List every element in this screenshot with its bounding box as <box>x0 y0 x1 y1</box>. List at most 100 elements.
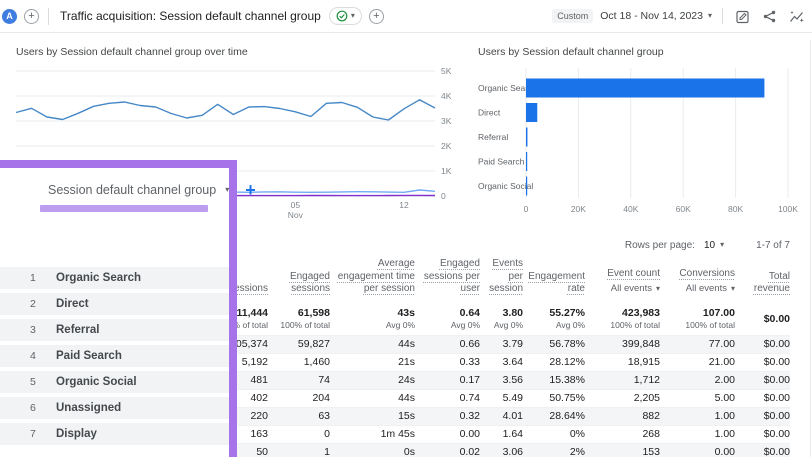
bar <box>526 79 764 98</box>
totals-cell: 43sAvg 0% <box>330 307 415 330</box>
metric-cell: $0.00 <box>735 428 790 440</box>
metric-cell: 153 <box>585 446 660 457</box>
line-chart-title: Users by Session default channel group o… <box>16 46 248 58</box>
metric-cell: 882 <box>585 410 660 422</box>
metric-cell: $0.00 <box>735 446 790 457</box>
insights-icon[interactable] <box>789 9 804 24</box>
metric-cell: 4.01 <box>480 410 523 422</box>
edit-comparisons-icon[interactable] <box>735 9 750 24</box>
y-axis-tick: 1K <box>441 166 452 176</box>
dimension-callout: Session default channel group ▾ + 1Organ… <box>0 160 237 457</box>
date-range-value[interactable]: Oct 18 - Nov 14, 2023 <box>600 10 703 22</box>
dimension-list-item: 6Unassigned <box>0 397 229 419</box>
metric-cell: 21s <box>330 356 415 368</box>
bar <box>526 177 527 196</box>
bar-chart[interactable]: 020K40K60K80K100KOrganic SearchDirectRef… <box>470 40 812 234</box>
bar-category-label: Direct <box>478 108 501 118</box>
dimension-dropdown-label[interactable]: Session default channel group <box>48 183 216 197</box>
report-status-dropdown[interactable]: ▾ <box>329 7 362 25</box>
property-avatar[interactable]: A <box>2 9 17 24</box>
channel-name: Direct <box>56 298 89 310</box>
metric-cell: 5.00 <box>660 392 735 404</box>
add-report-button[interactable]: + <box>369 9 384 24</box>
totals-value: 55.27% <box>523 307 585 319</box>
metric-cell: 1.00 <box>660 410 735 422</box>
metric-cell: 63 <box>268 410 330 422</box>
metric-cell: 268 <box>585 428 660 440</box>
column-header: Total revenue <box>735 271 790 296</box>
chevron-down-icon[interactable]: ▾ <box>708 12 712 20</box>
add-dimension-button[interactable]: + <box>245 181 256 199</box>
column-header-label[interactable]: Total revenue <box>735 271 790 296</box>
column-header-label[interactable]: Engaged sessions per user <box>415 258 480 296</box>
totals-value: 423,983 <box>585 307 660 319</box>
column-header-label[interactable]: Engaged sessions <box>268 271 330 296</box>
bar-category-label: Paid Search <box>478 157 525 167</box>
metric-cell: 0.02 <box>415 446 480 457</box>
column-header-label[interactable]: Engagement rate <box>523 271 585 296</box>
totals-value: 3.80 <box>480 307 523 319</box>
metric-cell: 3.06 <box>480 446 523 457</box>
metric-cell: $0.00 <box>735 374 790 386</box>
row-rank: 5 <box>30 376 46 388</box>
channel-name: Organic Search <box>56 272 141 284</box>
totals-value: $0.00 <box>735 313 790 325</box>
metric-cell: 28.12% <box>523 356 585 368</box>
chevron-down-icon: ▾ <box>351 12 355 20</box>
metric-cell: 0.74 <box>415 392 480 404</box>
rows-per-page-select[interactable]: 10 ▾ <box>704 240 724 251</box>
metric-cell: 2% <box>523 446 585 457</box>
column-header: Average engagement time per session <box>330 258 415 296</box>
metric-filter-dropdown[interactable]: All events▾ <box>611 283 660 296</box>
metric-cell: 18,915 <box>585 356 660 368</box>
metric-cell: 3.56 <box>480 374 523 386</box>
row-rank: 7 <box>30 428 46 440</box>
add-tab-button[interactable]: + <box>24 9 39 24</box>
metric-cell: 59,827 <box>268 338 330 350</box>
column-header: Engagement rate <box>523 271 585 296</box>
y-axis-tick: 0 <box>441 191 446 201</box>
totals-value: 61,598 <box>268 307 330 319</box>
dimension-list-item: 2Direct <box>0 293 229 315</box>
metric-cell: 0.32 <box>415 410 480 422</box>
metric-cell: 0s <box>330 446 415 457</box>
totals-cell: 3.80Avg 0% <box>480 307 523 330</box>
metric-cell: 21.00 <box>660 356 735 368</box>
metric-cell: $0.00 <box>735 392 790 404</box>
metric-cell: 56.78% <box>523 338 585 350</box>
column-header-label[interactable]: Average engagement time per session <box>330 258 415 296</box>
x-axis-tick: 60K <box>676 204 691 214</box>
dimension-dropdown[interactable]: Session default channel group ▾ + <box>0 179 229 201</box>
totals-cell: 61,598100% of total <box>268 307 330 330</box>
metric-cell: 44s <box>330 338 415 350</box>
metric-cell: 3.79 <box>480 338 523 350</box>
totals-subtext: Avg 0% <box>415 320 480 330</box>
column-header-label[interactable]: Events per session <box>480 258 523 296</box>
totals-cell: 55.27%Avg 0% <box>523 307 585 330</box>
column-header: Engaged sessions <box>268 271 330 296</box>
share-icon[interactable] <box>762 9 777 24</box>
report-title: Traffic acquisition: Session default cha… <box>60 9 321 23</box>
metric-filter-dropdown[interactable]: All events▾ <box>686 283 735 296</box>
metric-cell: 2,205 <box>585 392 660 404</box>
totals-value: 0.64 <box>415 307 480 319</box>
dimension-list-item: 4Paid Search <box>0 345 229 367</box>
metric-cell: $0.00 <box>735 410 790 422</box>
pagination-status: 1-7 of 7 <box>756 240 790 251</box>
metric-cell: 1 <box>268 446 330 457</box>
series-line <box>16 100 435 120</box>
totals-subtext: 100% of total <box>268 320 330 330</box>
divider <box>722 8 723 24</box>
totals-value: 107.00 <box>660 307 735 319</box>
x-axis-tick: 12 <box>399 200 409 210</box>
metric-cell: 15s <box>330 410 415 422</box>
column-header: Conversions All events▾ <box>660 268 735 296</box>
bar <box>526 103 537 122</box>
y-axis-tick: 5K <box>441 66 452 76</box>
column-header-label[interactable]: Event count <box>607 268 660 281</box>
rows-per-page-label: Rows per page: <box>625 240 695 251</box>
metric-cell: 44s <box>330 392 415 404</box>
check-circle-icon <box>336 10 348 22</box>
column-header-label[interactable]: Conversions <box>679 268 735 281</box>
row-rank: 6 <box>30 402 46 414</box>
